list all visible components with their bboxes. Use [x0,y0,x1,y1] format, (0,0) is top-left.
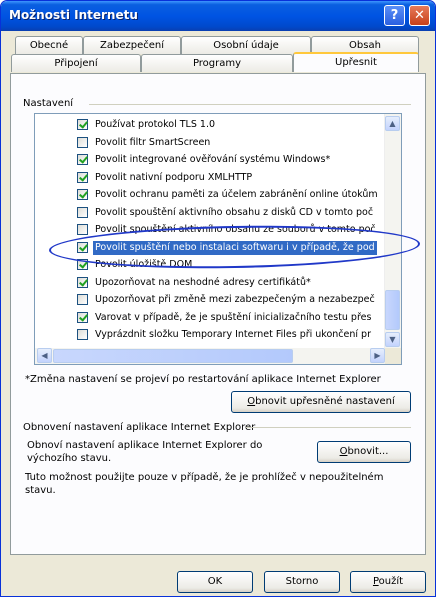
setting-row[interactable]: Povolit úložiště DOM [35,258,385,273]
setting-checkbox[interactable] [77,329,88,340]
close-button[interactable]: ✕ [409,5,430,26]
scroll-right-icon[interactable]: ▶ [370,348,385,363]
setting-label: Upozorňovat při změně mezi zabezpečeným … [95,294,375,305]
reset-description: Obnoví nastavení aplikace Internet Explo… [27,440,263,464]
setting-row[interactable]: Povolit filtr SmartScreen [35,136,385,151]
settings-list[interactable]: Používat protokol TLS 1.0 Povolit filtr S… [34,113,402,365]
setting-checkbox[interactable] [77,241,88,253]
setting-label: Povolit nativní podporu XMLHTTP [95,171,253,183]
setting-label: Povolit spouštění aktivního obsahu z dis… [95,206,374,218]
horizontal-scroll-thumb[interactable] [53,349,293,363]
group-divider [89,104,411,105]
reset-label: bnovit... [347,446,389,457]
setting-row[interactable]: Upozorňovat na neshodné adresy certifiká… [35,276,385,291]
restart-note: *Změna nastavení se projeví po restartov… [25,374,381,385]
setting-checkbox[interactable] [77,206,88,218]
setting-label: Vyprázdnit složku Temporary Internet Fil… [95,329,371,340]
help-button[interactable]: ? [384,5,405,26]
reset-button[interactable]: Obnovit... [317,441,411,463]
setting-row[interactable]: Varovat v případě, že je spuštění inicia… [35,311,385,326]
setting-label: Varovat v případě, že je spuštění inicia… [95,311,372,323]
setting-row[interactable]: Povolit nativní podporu XMLHTTP [35,171,385,186]
cancel-button[interactable]: Storno [264,571,340,593]
setting-checkbox[interactable] [77,154,88,165]
setting-row[interactable]: Povolit ochranu paměti za účelem zabráně… [35,188,385,203]
setting-label: Povolit integrované ověřování systému Wi… [95,154,331,165]
setting-label: Povolit spuštění nebo instalaci softwaru… [93,240,377,255]
scroll-up-icon[interactable]: ▲ [385,116,400,131]
setting-row[interactable]: Upozorňovat při změně mezi zabezpečeným … [35,293,385,308]
vertical-scroll-thumb[interactable] [385,290,400,330]
horizontal-scrollbar[interactable]: ◀ ▶ [35,348,387,364]
tab-zabezpeceni[interactable]: Zabezpečení [83,36,181,54]
setting-row[interactable]: Povolit integrované ověřování systému Wi… [35,153,385,168]
scroll-corner [385,348,401,364]
setting-checkbox[interactable] [77,119,88,130]
setting-row[interactable]: Používat protokol TLS 1.0 [35,118,385,133]
setting-checkbox[interactable] [77,259,88,270]
tab-osobni-udaje[interactable]: Osobní údaje [181,36,311,54]
window-title: Možnosti Internetu [9,8,138,22]
title-bar[interactable]: Možnosti Internetu ? ✕ [1,1,435,31]
setting-checkbox[interactable] [77,224,88,235]
apply-label: oužít [378,576,404,587]
vertical-scrollbar[interactable]: ▲ ▼ [384,114,401,348]
setting-checkbox[interactable] [77,136,88,148]
ok-button[interactable]: OK [177,571,253,593]
scroll-left-icon[interactable]: ◀ [37,348,52,363]
settings-group-label: Nastavení [23,98,78,109]
setting-row[interactable]: Vyprázdnit složku Temporary Internet Fil… [35,328,385,343]
setting-label: Upozorňovat na neshodné adresy certifiká… [95,276,311,288]
scroll-down-icon[interactable]: ▼ [385,332,400,347]
setting-checkbox[interactable] [77,189,88,200]
setting-row[interactable]: Povolit spuštění nebo instalaci softwaru… [35,240,385,256]
restore-advanced-label: bnovit upřesněné nastavení [255,396,395,407]
setting-checkbox[interactable] [77,276,88,288]
setting-label: Povolit filtr SmartScreen [95,136,211,148]
setting-checkbox[interactable] [77,294,88,305]
apply-button[interactable]: Použít [350,571,426,593]
internet-options-dialog: Možnosti Internetu ? ✕ Obecné Zabezpečen… [0,0,436,597]
setting-row[interactable]: Povolit spouštění aktivního obsahu ze so… [35,223,385,238]
restore-advanced-mnemonic: O [247,396,256,407]
reset-section-heading: Obnovení nastavení aplikace Internet Exp… [23,422,256,433]
tab-upresnit[interactable]: Upřesnit [293,52,419,72]
reset-section-divider [246,427,411,428]
setting-label: Používat protokol TLS 1.0 [95,119,216,130]
setting-checkbox[interactable] [77,171,88,183]
tab-programy[interactable]: Programy [141,54,293,72]
setting-label: Povolit úložiště DOM [95,259,193,270]
restore-advanced-settings-button[interactable]: Obnovit upřesněné nastavení [231,391,411,413]
setting-checkbox[interactable] [77,311,88,323]
reset-hint: Tuto možnost použijte pouze v případě, ž… [25,472,384,496]
tab-obecne[interactable]: Obecné [15,36,83,54]
tab-pripojeni[interactable]: Připojení [11,54,141,72]
setting-row[interactable]: Povolit spouštění aktivního obsahu z dis… [35,206,385,221]
setting-label: Povolit spouštění aktivního obsahu ze so… [95,224,376,235]
setting-label: Povolit ochranu paměti za účelem zabráně… [95,189,378,200]
